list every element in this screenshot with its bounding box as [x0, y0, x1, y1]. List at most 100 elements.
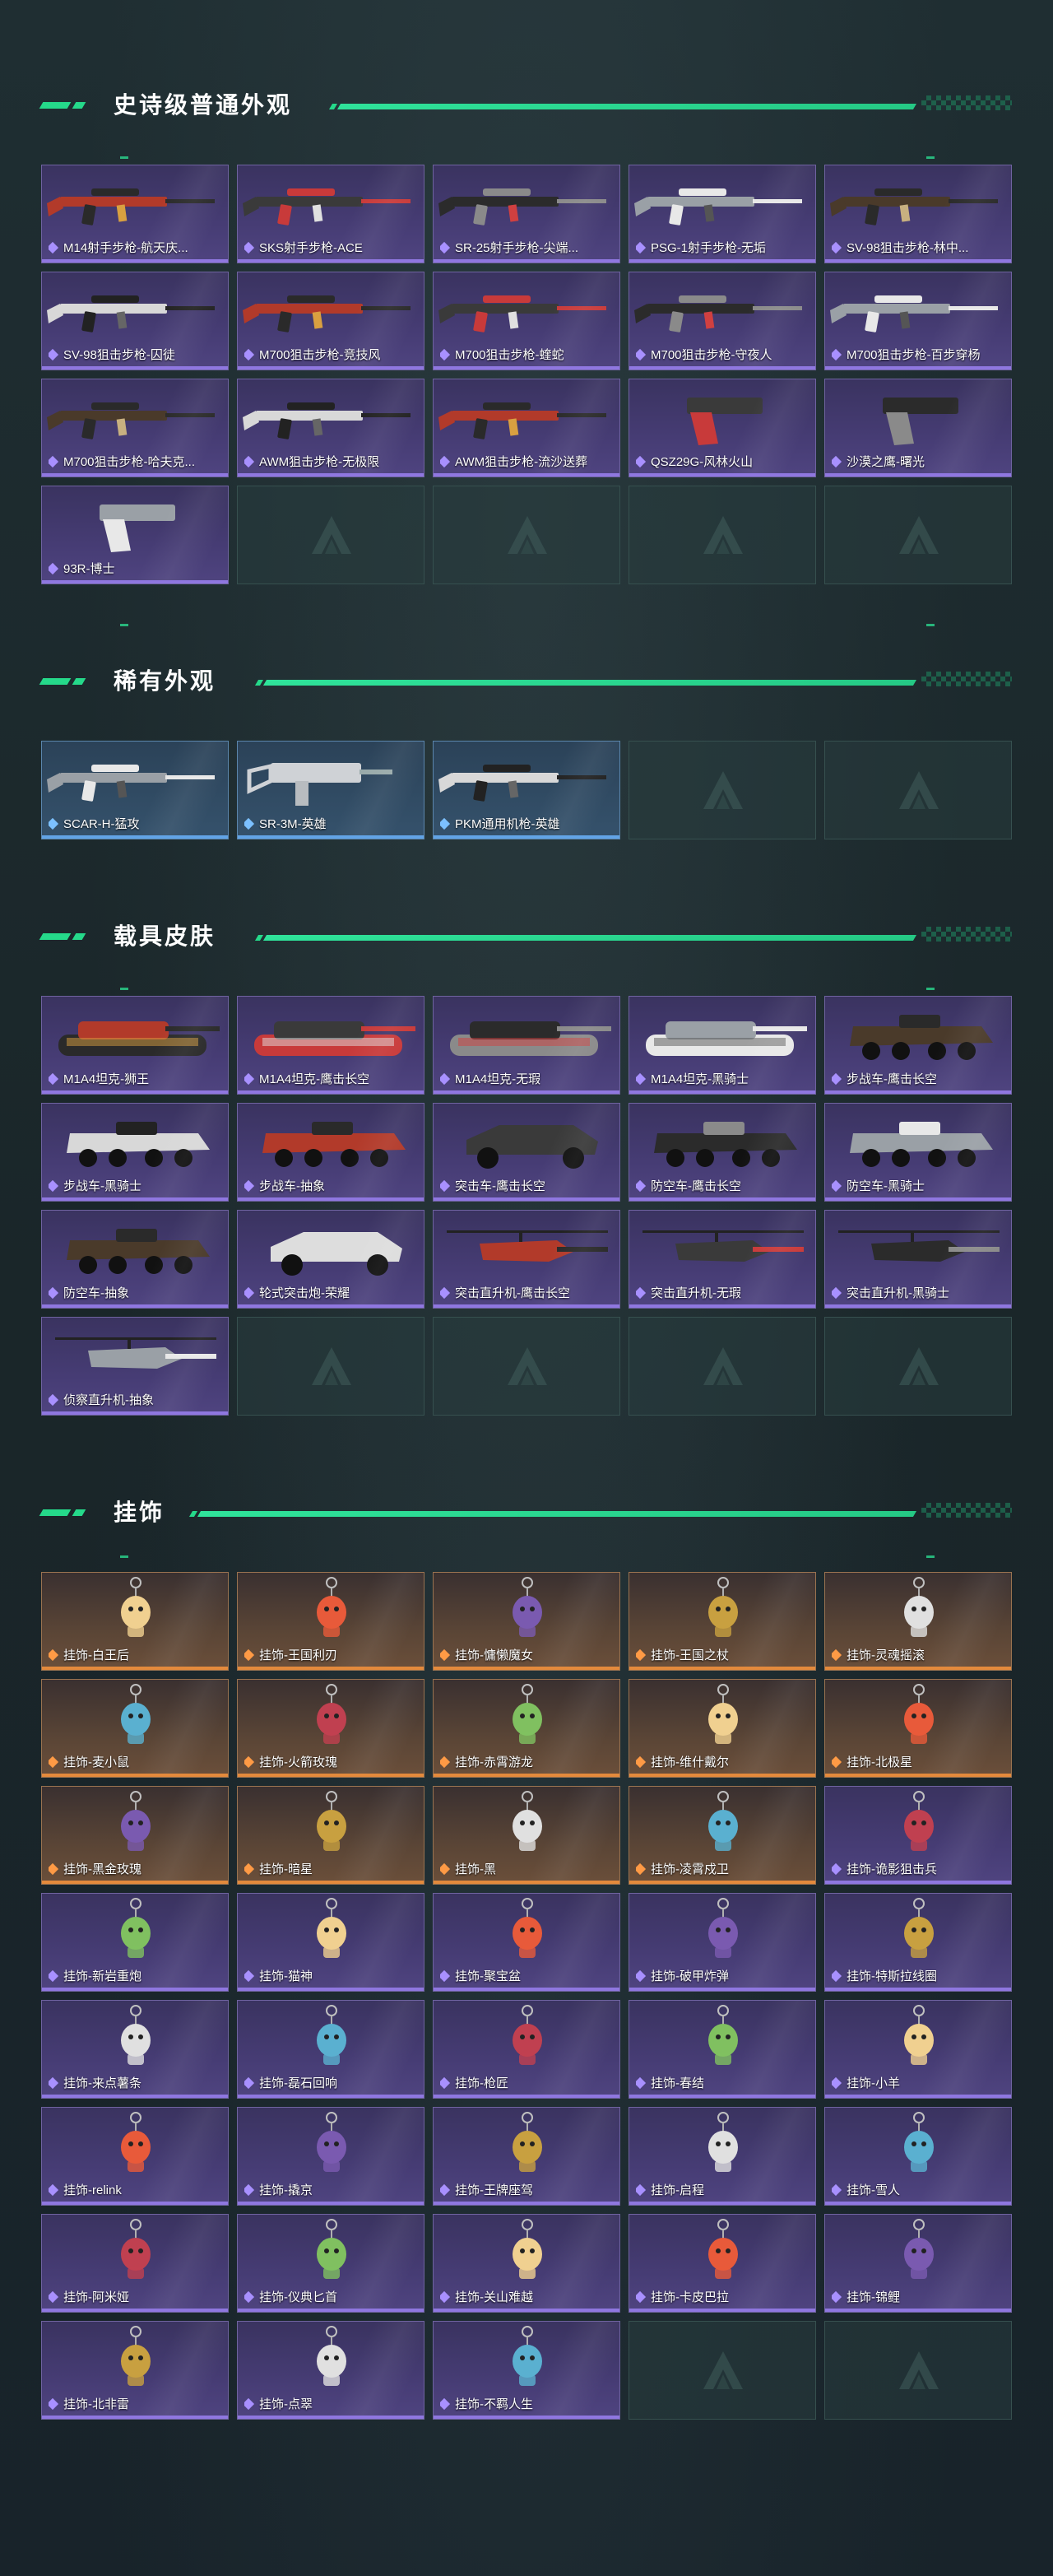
rarity-gem-icon [49, 1755, 59, 1768]
item-card[interactable]: 挂饰-关山难越 [433, 2214, 620, 2313]
item-card[interactable]: 93R-博士 [41, 486, 229, 584]
item-card[interactable]: 挂饰-雪人 [824, 2107, 1012, 2206]
item-card[interactable]: SR-3M-英雄 [237, 741, 424, 839]
item-card[interactable]: 步战车-黑骑士 [41, 1103, 229, 1202]
item-card[interactable]: 挂饰-锦鲤 [824, 2214, 1012, 2313]
item-card[interactable]: AWM狙击步枪-无极限 [237, 379, 424, 477]
item-card[interactable]: 挂饰-来点薯条 [41, 2000, 229, 2099]
item-card[interactable]: 挂饰-磊石回响 [237, 2000, 424, 2099]
item-card[interactable]: M1A4坦克-狮王 [41, 996, 229, 1095]
item-card[interactable]: PKM通用机枪-英雄 [433, 741, 620, 839]
rarity-stripe [42, 1090, 228, 1094]
item-card[interactable]: 防空车-鹰击长空 [629, 1103, 816, 1202]
item-name: 挂饰-特斯拉线圈 [847, 1969, 937, 1983]
item-card[interactable]: 挂饰-撬京 [237, 2107, 424, 2206]
item-card[interactable]: 挂饰-卡皮巴拉 [629, 2214, 816, 2313]
item-card[interactable]: M700狙击步枪-哈夫克... [41, 379, 229, 477]
item-card[interactable]: 挂饰-北非雷 [41, 2321, 229, 2420]
item-card[interactable]: 挂饰-枪匠 [433, 2000, 620, 2099]
item-label: 挂饰-relink [49, 2181, 223, 2198]
item-card[interactable]: 突击直升机-无瑕 [629, 1210, 816, 1309]
item-card[interactable]: M700狙击步枪-百步穿杨 [824, 272, 1012, 370]
item-card[interactable]: 挂饰-不羁人生 [433, 2321, 620, 2420]
item-card[interactable]: M700狙击步枪-守夜人 [629, 272, 816, 370]
item-card[interactable]: 挂饰-点翠 [237, 2321, 424, 2420]
item-label: 挂饰-聚宝盆 [440, 1967, 615, 1984]
item-card[interactable]: 步战车-抽象 [237, 1103, 424, 1202]
item-label: 挂饰-火箭玫瑰 [244, 1753, 419, 1770]
item-card[interactable]: M700狙击步枪-蝰蛇 [433, 272, 620, 370]
item-card[interactable]: 挂饰-白王后 [41, 1572, 229, 1671]
item-name: 挂饰-北极星 [847, 1755, 912, 1769]
item-card[interactable]: SV-98狙击步枪-囚徒 [41, 272, 229, 370]
item-card[interactable]: 挂饰-麦小鼠 [41, 1679, 229, 1778]
item-card[interactable]: M700狙击步枪-竞技风 [237, 272, 424, 370]
item-card[interactable]: 挂饰-聚宝盆 [433, 1893, 620, 1992]
rarity-stripe [825, 2309, 1011, 2312]
item-card[interactable]: 挂饰-北极星 [824, 1679, 1012, 1778]
item-label: AWM狙击步枪-流沙送葬 [440, 453, 615, 470]
item-card[interactable]: 挂饰-暗星 [237, 1786, 424, 1885]
item-card[interactable]: 挂饰-小羊 [824, 2000, 1012, 2099]
item-card[interactable]: 挂饰-仪典匕首 [237, 2214, 424, 2313]
item-card[interactable]: 挂饰-春结 [629, 2000, 816, 2099]
item-card[interactable]: 挂饰-火箭玫瑰 [237, 1679, 424, 1778]
item-card[interactable]: 挂饰-维什戴尔 [629, 1679, 816, 1778]
item-card[interactable]: 挂饰-新岩重炮 [41, 1893, 229, 1992]
item-card[interactable]: 挂饰-黑 [433, 1786, 620, 1885]
item-card[interactable]: SV-98狙击步枪-林中... [824, 165, 1012, 263]
item-card[interactable]: 挂饰-relink [41, 2107, 229, 2206]
rarity-gem-icon [49, 562, 59, 574]
item-label: 挂饰-王国之杖 [636, 1646, 810, 1663]
item-card[interactable]: 挂饰-王国利刃 [237, 1572, 424, 1671]
item-label: M1A4坦克-黑骑士 [636, 1070, 810, 1087]
item-card[interactable]: M14射手步枪-航天庆... [41, 165, 229, 263]
rarity-gem-icon [440, 2076, 451, 2089]
item-card[interactable]: 突击直升机-黑骑士 [824, 1210, 1012, 1309]
item-card[interactable]: 沙漠之鹰-曙光 [824, 379, 1012, 477]
item-name: SV-98狙击步枪-林中... [847, 241, 969, 255]
rarity-stripe [825, 1304, 1011, 1308]
item-label: 挂饰-麦小鼠 [49, 1753, 223, 1770]
item-card[interactable]: 步战车-鹰击长空 [824, 996, 1012, 1095]
item-name: PKM通用机枪-英雄 [455, 817, 560, 831]
item-card[interactable]: SCAR-H-猛攻 [41, 741, 229, 839]
item-card[interactable]: 挂饰-阿米娅 [41, 2214, 229, 2313]
item-name: 挂饰-麦小鼠 [63, 1755, 129, 1769]
item-card[interactable]: 挂饰-慵懒魔女 [433, 1572, 620, 1671]
rarity-stripe [825, 1667, 1011, 1670]
item-card[interactable]: SKS射手步枪-ACE [237, 165, 424, 263]
item-card[interactable]: 轮式突击炮-荣耀 [237, 1210, 424, 1309]
item-card[interactable]: M1A4坦克-鹰击长空 [237, 996, 424, 1095]
item-card[interactable]: 侦察直升机-抽象 [41, 1317, 229, 1416]
item-card[interactable]: 突击车-鹰击长空 [433, 1103, 620, 1202]
item-card[interactable]: 挂饰-王国之杖 [629, 1572, 816, 1671]
item-card[interactable]: 挂饰-黑金玫瑰 [41, 1786, 229, 1885]
item-card[interactable]: 突击直升机-鹰击长空 [433, 1210, 620, 1309]
item-name: M1A4坦克-狮王 [63, 1072, 150, 1086]
item-card[interactable]: 挂饰-王牌座驾 [433, 2107, 620, 2206]
item-card[interactable]: 挂饰-诡影狙击兵 [824, 1786, 1012, 1885]
rarity-gem-icon [636, 2290, 647, 2303]
item-card[interactable]: PSG-1射手步枪-无垢 [629, 165, 816, 263]
item-card[interactable]: 防空车-抽象 [41, 1210, 229, 1309]
item-card[interactable]: 防空车-黑骑士 [824, 1103, 1012, 1202]
item-card[interactable]: 挂饰-猫神 [237, 1893, 424, 1992]
section-rare-skins: 稀有外观 SCAR-H-猛攻 SR-3M-英雄 PKM通用机枪-英雄 [39, 667, 1012, 839]
item-card[interactable]: M1A4坦克-黑骑士 [629, 996, 816, 1095]
item-card[interactable]: 挂饰-启程 [629, 2107, 816, 2206]
item-card[interactable]: 挂饰-凌霄戍卫 [629, 1786, 816, 1885]
item-card[interactable]: SR-25射手步枪-尖端... [433, 165, 620, 263]
item-card[interactable]: 挂饰-特斯拉线圈 [824, 1893, 1012, 1992]
item-card[interactable]: 挂饰-灵魂摇滚 [824, 1572, 1012, 1671]
item-label: 93R-博士 [49, 560, 223, 577]
item-card[interactable]: AWM狙击步枪-流沙送葬 [433, 379, 620, 477]
rarity-stripe [629, 2095, 815, 2098]
item-label: 挂饰-王牌座驾 [440, 2181, 615, 2198]
item-card[interactable]: QSZ29G-风林火山 [629, 379, 816, 477]
rarity-stripe [825, 2095, 1011, 2098]
item-card[interactable]: 挂饰-赤霄游龙 [433, 1679, 620, 1778]
item-card[interactable]: M1A4坦克-无瑕 [433, 996, 620, 1095]
item-card[interactable]: 挂饰-破甲炸弹 [629, 1893, 816, 1992]
item-name: 挂饰-雪人 [847, 2183, 900, 2197]
